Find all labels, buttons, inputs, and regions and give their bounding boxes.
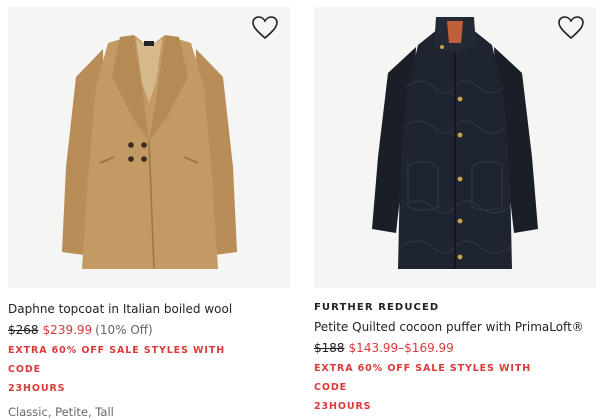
- navy-puffer-image: [372, 17, 538, 269]
- price-line: $188 $143.99–$169.99: [314, 340, 596, 356]
- product-card-topcoat[interactable]: Daphne topcoat in Italian boiled wool $2…: [8, 7, 290, 420]
- original-price: $268: [8, 323, 39, 337]
- promo-message: EXTRA 60% OFF SALE STYLES WITH CODE 23HO…: [314, 359, 564, 416]
- promo-code: 23HOURS: [8, 383, 66, 394]
- wishlist-heart-icon[interactable]: [252, 16, 278, 40]
- further-reduced-badge: FURTHER REDUCED: [314, 302, 440, 313]
- sale-price: $143.99–$169.99: [348, 341, 454, 355]
- sale-price: $239.99: [42, 323, 93, 337]
- wishlist-heart-icon[interactable]: [558, 16, 584, 40]
- original-price: $188: [314, 341, 345, 355]
- promo-message: EXTRA 60% OFF SALE STYLES WITH CODE 23HO…: [8, 341, 258, 398]
- discount-percent: (10% Off): [95, 323, 153, 337]
- camel-coat-image: [62, 35, 237, 270]
- size-options: Classic, Petite, Tall: [8, 405, 114, 419]
- price-line: $268 $239.99 (10% Off): [8, 322, 290, 338]
- promo-line-1: EXTRA 60% OFF SALE STYLES WITH CODE: [314, 363, 532, 393]
- product-title[interactable]: Daphne topcoat in Italian boiled wool: [8, 301, 290, 317]
- product-image-puffer[interactable]: [314, 7, 596, 288]
- promo-line-1: EXTRA 60% OFF SALE STYLES WITH CODE: [8, 345, 226, 375]
- product-card-puffer[interactable]: FURTHER REDUCED Petite Quilted cocoon pu…: [314, 7, 596, 416]
- product-title[interactable]: Petite Quilted cocoon puffer with PrimaL…: [314, 319, 596, 335]
- product-image-topcoat[interactable]: [8, 7, 290, 288]
